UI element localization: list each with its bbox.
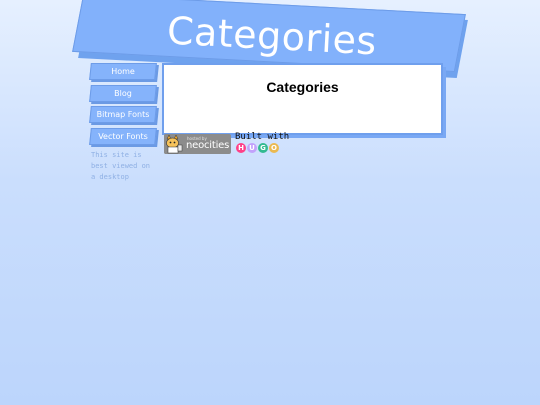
neocities-badge[interactable]: hosted by neocities — [164, 134, 231, 154]
nav-item-bitmap-fonts[interactable]: Bitmap Fonts — [89, 106, 159, 125]
hugo-badge-built-with: Built with — [235, 132, 290, 142]
neocities-badge-label: neocities — [186, 140, 230, 151]
hugo-letter-g: G — [258, 143, 268, 153]
desktop-notice: This site is best viewed on a desktop — [91, 151, 151, 181]
hugo-letter-o: O — [269, 143, 279, 153]
hugo-logo: H U G O — [236, 143, 279, 153]
hugo-letter-u: U — [247, 143, 257, 153]
nav-link-vector-fonts[interactable]: Vector Fonts — [90, 128, 156, 145]
nav-item-home[interactable]: Home — [89, 63, 159, 82]
nav-item-vector-fonts[interactable]: Vector Fonts — [89, 127, 159, 147]
nav-item-blog[interactable]: Blog — [89, 84, 159, 104]
nav-link-blog[interactable]: Blog — [90, 85, 156, 102]
content-panel: Categories — [162, 63, 443, 135]
content-heading: Categories — [266, 79, 339, 95]
nav-link-home[interactable]: Home — [90, 63, 156, 80]
hugo-badge[interactable]: Built with H U G O — [235, 132, 295, 156]
nav-link-bitmap-fonts[interactable]: Bitmap Fonts — [90, 106, 156, 123]
hugo-letter-h: H — [236, 143, 246, 153]
neocities-cat-icon — [164, 134, 184, 154]
sidebar-nav: Home Blog Bitmap Fonts Vector Fonts — [89, 63, 162, 149]
